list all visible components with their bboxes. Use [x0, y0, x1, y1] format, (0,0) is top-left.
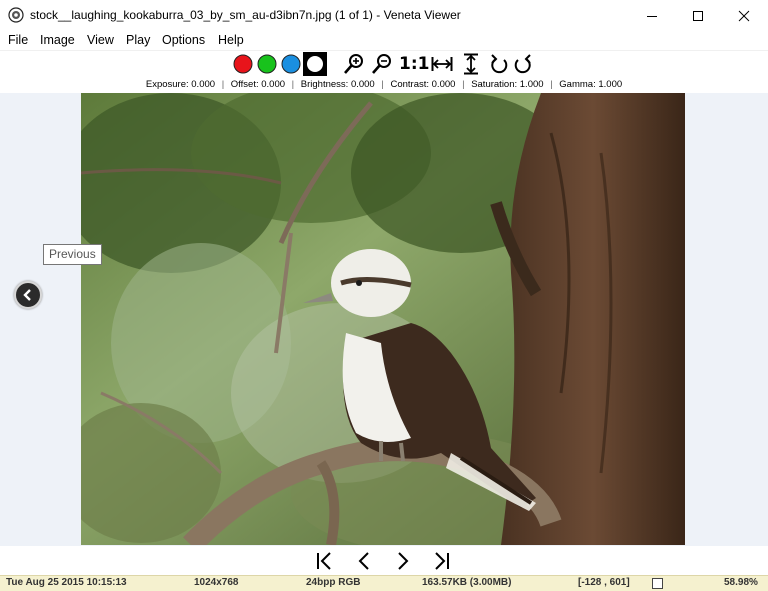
maximize-button[interactable]: [675, 0, 721, 31]
zoom-out-icon: [372, 54, 391, 74]
fit-width-button[interactable]: [431, 53, 453, 75]
menu-view[interactable]: View: [85, 33, 116, 47]
close-icon: [738, 10, 750, 21]
rotate-left-button[interactable]: [488, 53, 510, 75]
green-channel-button[interactable]: [256, 53, 278, 75]
app-icon: [8, 7, 24, 23]
skip-first-icon: [317, 552, 331, 570]
blue-circle-icon: [281, 54, 301, 74]
status-file-size: 163.57KB (3.00MB): [422, 577, 512, 588]
status-cursor-position: [-128 , 601]: [578, 577, 630, 588]
status-color-depth: 24bpp RGB: [306, 577, 361, 588]
menu-file[interactable]: File: [6, 33, 30, 47]
status-dimensions: 1024x768: [194, 577, 239, 588]
brightness-value: Brightness: 0.000: [300, 79, 375, 90]
menu-play[interactable]: Play: [124, 33, 152, 47]
image-viewer[interactable]: Previous: [0, 93, 768, 546]
menu-image[interactable]: Image: [38, 33, 77, 47]
navigation-bar: [0, 546, 768, 575]
blue-channel-button[interactable]: [280, 53, 302, 75]
rotate-right-icon: [514, 54, 531, 74]
actual-size-button[interactable]: 1:1: [399, 53, 429, 75]
menu-help[interactable]: Help: [216, 33, 246, 47]
last-image-button[interactable]: [431, 551, 451, 571]
separator: |: [291, 79, 295, 90]
green-circle-icon: [257, 54, 277, 74]
first-image-button[interactable]: [315, 551, 335, 571]
separator: |: [462, 79, 465, 90]
previous-image-button[interactable]: [354, 551, 374, 571]
rotate-right-button[interactable]: [512, 53, 534, 75]
separator: |: [381, 79, 384, 90]
saturation-value: Saturation: 1.000: [471, 79, 544, 90]
chevron-left-icon: [358, 552, 369, 570]
offset-value: Offset: 0.000: [230, 79, 286, 90]
zoom-in-icon: [344, 54, 363, 74]
adjustment-info: Exposure: 0.000 | Offset: 0.000 | Bright…: [0, 79, 768, 90]
rotate-left-icon: [491, 54, 508, 74]
menu-options[interactable]: Options: [160, 33, 207, 47]
title-bar: stock__laughing_kookaburra_03_by_sm_au-d…: [0, 0, 768, 31]
zoom-in-button[interactable]: [343, 53, 365, 75]
fit-height-button[interactable]: [460, 53, 482, 75]
status-indicator-box: [652, 578, 663, 589]
exposure-value: Exposure: 0.000: [145, 79, 216, 90]
status-datetime: Tue Aug 25 2015 10:15:13: [6, 577, 127, 588]
zoom-out-button[interactable]: [371, 53, 393, 75]
minimize-button[interactable]: [629, 0, 675, 31]
separator: |: [221, 79, 225, 90]
red-channel-button[interactable]: [232, 53, 254, 75]
fit-height-icon: [464, 53, 478, 75]
skip-last-icon: [435, 552, 449, 570]
menu-bar: File Image View Play Options Help: [0, 31, 768, 51]
next-image-button[interactable]: [393, 551, 413, 571]
red-circle-icon: [233, 54, 253, 74]
status-bar: Tue Aug 25 2015 10:15:13 1024x768 24bpp …: [0, 575, 768, 591]
status-zoom: 58.98%: [724, 577, 758, 588]
chevron-left-icon: [23, 289, 31, 301]
white-circle-icon: [303, 52, 327, 76]
contrast-value: Contrast: 0.000: [390, 79, 456, 90]
chevron-right-icon: [398, 552, 409, 570]
kookaburra-photo: [81, 93, 685, 545]
separator: |: [550, 79, 553, 90]
minimize-icon: [647, 15, 657, 17]
toolbar: 1:1 Exposure: 0.000 | Offset: 0.000 | Br…: [0, 51, 768, 93]
all-channels-button[interactable]: [303, 52, 327, 76]
previous-tooltip: Previous: [43, 244, 102, 265]
maximize-icon: [693, 10, 703, 21]
previous-button[interactable]: [14, 281, 42, 309]
window-title: stock__laughing_kookaburra_03_by_sm_au-d…: [30, 8, 461, 22]
fit-width-icon: [431, 57, 453, 71]
close-button[interactable]: [721, 0, 767, 31]
gamma-value: Gamma: 1.000: [559, 79, 623, 90]
